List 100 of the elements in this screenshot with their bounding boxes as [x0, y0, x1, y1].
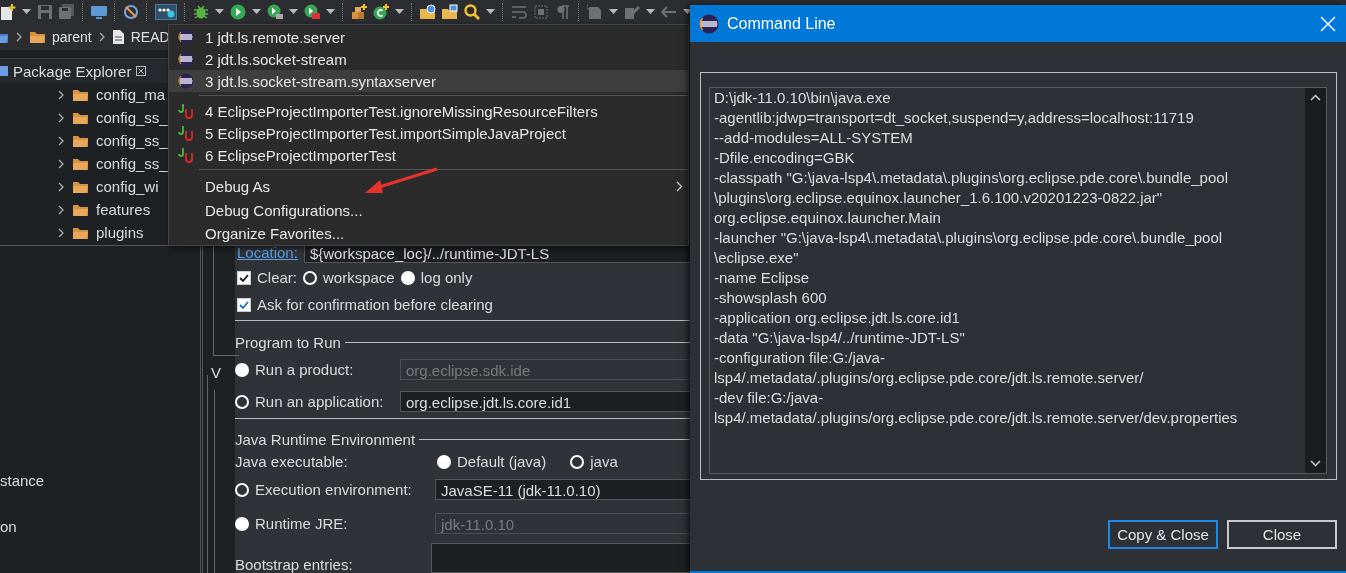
- back-icon[interactable]: [661, 4, 677, 20]
- radio-button[interactable]: [303, 270, 317, 285]
- expand-icon[interactable]: [57, 181, 65, 192]
- radio-label: java: [590, 453, 618, 470]
- tree-item[interactable]: on: [0, 518, 200, 564]
- package-plus-icon[interactable]: [351, 4, 367, 20]
- radio-label: Run an application:: [255, 393, 385, 410]
- expand-icon[interactable]: [57, 89, 65, 100]
- radio-label: Execution environment:: [255, 481, 413, 498]
- new-file-icon[interactable]: [0, 4, 16, 20]
- tree-item[interactable]: config_ma: [96, 86, 166, 103]
- radio-button[interactable]: [235, 482, 249, 497]
- caret-icon[interactable]: [486, 9, 495, 15]
- tree-item[interactable]: config_ss_: [96, 155, 168, 172]
- menu-item[interactable]: Organize Favorites...: [169, 222, 688, 244]
- chevron-icon[interactable]: [15, 32, 23, 42]
- menu-item[interactable]: 3 jdt.ls.socket-stream.syntaxserver: [169, 70, 688, 92]
- chevron-icon[interactable]: [97, 32, 106, 42]
- file-icon: [111, 29, 125, 45]
- radio-button[interactable]: [235, 394, 249, 409]
- tree-item[interactable]: stance: [0, 472, 200, 518]
- folder-globe-icon[interactable]: [420, 4, 436, 20]
- radio-button[interactable]: [437, 454, 451, 469]
- save-all-icon[interactable]: [59, 4, 75, 20]
- folder-window-icon[interactable]: [442, 4, 458, 20]
- tree-item[interactable]: config_ss_: [96, 132, 168, 149]
- close-icon[interactable]: [136, 66, 147, 76]
- checkbox-label: Ask for confirmation before clearing: [257, 296, 493, 313]
- caret-icon[interactable]: [22, 9, 31, 15]
- radio-label: Default (java): [457, 453, 547, 470]
- pencil-doc-icon[interactable]: [624, 4, 640, 20]
- caret-icon[interactable]: [326, 9, 335, 15]
- debug-icon[interactable]: [193, 4, 209, 20]
- breakpoint-toggle-icon[interactable]: [155, 4, 177, 20]
- run-tool-icon[interactable]: [267, 4, 283, 20]
- window-title: Command Line: [727, 14, 837, 33]
- radio-label: Run a product:: [255, 361, 355, 378]
- radio-label: Runtime JRE:: [255, 515, 349, 532]
- menu-item[interactable]: 2 jdt.ls.socket-stream: [169, 48, 688, 70]
- expand-icon[interactable]: [57, 158, 65, 169]
- folder-icon: [72, 87, 89, 102]
- caret-icon[interactable]: [646, 9, 655, 15]
- scroll-up-icon[interactable]: [1310, 94, 1321, 101]
- scrollbar[interactable]: [1305, 88, 1326, 473]
- dialog-button[interactable]: Copy & Close: [1108, 520, 1218, 549]
- caret-icon[interactable]: [215, 9, 224, 15]
- paragraph-icon[interactable]: [555, 4, 571, 20]
- block-select-icon[interactable]: [533, 4, 549, 20]
- monitor-icon[interactable]: [91, 4, 107, 20]
- tree-item[interactable]: config_wi: [96, 178, 159, 195]
- pen-icon[interactable]: [123, 4, 139, 20]
- radio-label: log only: [420, 269, 473, 286]
- checkbox[interactable]: [237, 270, 251, 285]
- launch-icon: [178, 29, 194, 45]
- dialog-button[interactable]: Close: [1227, 520, 1337, 549]
- expand-icon[interactable]: [57, 112, 65, 123]
- group-title: Java Runtime Environment: [235, 431, 416, 448]
- app-icon: [699, 13, 719, 34]
- expand-icon[interactable]: [57, 135, 65, 146]
- folder-icon: [72, 202, 89, 217]
- menu-item[interactable]: 6 EclipseProjectImporterTest: [169, 144, 688, 166]
- menu-item[interactable]: 4 EclipseProjectImporterTest.ignoreMissingResourceFilters: [169, 100, 688, 122]
- save-icon[interactable]: [37, 4, 53, 20]
- tree-item[interactable]: features: [96, 201, 151, 218]
- scroll-down-icon[interactable]: [1310, 460, 1321, 467]
- package-explorer-icon: [0, 64, 8, 78]
- class-plus-icon[interactable]: [373, 4, 389, 20]
- radio-button[interactable]: [400, 270, 415, 285]
- expand-icon[interactable]: [57, 204, 65, 215]
- breadcrumb-item[interactable]: parent: [52, 29, 92, 45]
- expand-icon[interactable]: [57, 227, 65, 238]
- group-title: V: [211, 364, 221, 381]
- menu-item[interactable]: 5 EclipseProjectImporterTest.importSimpleJavaProject: [169, 122, 688, 144]
- tree-item[interactable]: plugins: [96, 224, 144, 241]
- run-icon[interactable]: [230, 4, 246, 20]
- radio-button[interactable]: [570, 454, 585, 469]
- folder-icon: [72, 156, 89, 171]
- folder-icon: [72, 133, 89, 148]
- folder-icon: [72, 110, 89, 125]
- caret-icon[interactable]: [289, 9, 298, 15]
- caret-icon[interactable]: [683, 9, 692, 15]
- tree-item[interactable]: config_ss_: [96, 109, 168, 126]
- menu-item[interactable]: Debug As: [169, 174, 688, 198]
- location-link[interactable]: Location:: [237, 244, 298, 261]
- caret-icon[interactable]: [395, 9, 404, 15]
- coverage-icon[interactable]: [304, 4, 320, 20]
- launch-icon: [178, 73, 194, 89]
- folder-icon: [72, 179, 89, 194]
- menu-item[interactable]: 1 jdt.ls.remote.server: [169, 26, 688, 48]
- breadcrumb-item[interactable]: READ: [130, 29, 170, 45]
- junit-icon: [178, 147, 194, 163]
- menu-item[interactable]: Debug Configurations...: [169, 198, 688, 222]
- word-wrap-icon[interactable]: [511, 4, 527, 20]
- launch-icon: [178, 51, 194, 67]
- caret-icon[interactable]: [252, 9, 261, 15]
- caret-icon[interactable]: [609, 9, 618, 15]
- annotation-icon[interactable]: [587, 4, 603, 20]
- search-icon[interactable]: [464, 4, 480, 20]
- checkbox[interactable]: [237, 297, 251, 312]
- group-title: Program to Run: [235, 334, 341, 351]
